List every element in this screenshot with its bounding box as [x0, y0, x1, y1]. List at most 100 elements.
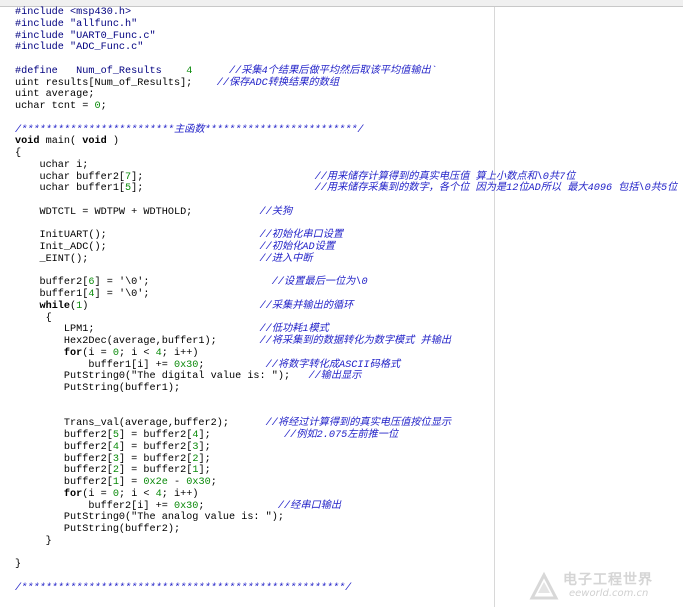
code-token: PutString(buffer1); [15, 383, 181, 394]
code-token: } [15, 559, 22, 571]
code-line: while(1) //采集并输出的循环 [15, 301, 677, 313]
code-comment: //将数字转化成ASCII码格式 [265, 359, 401, 371]
code-line: _EINT(); //进入中断 [15, 254, 677, 266]
code-token: uchar buffer2[ [15, 171, 126, 183]
code-line: buffer2[i] += 0x30; //经串口输出 [15, 501, 677, 513]
code-comment: //例如2.075左前推一位 [284, 430, 399, 441]
code-token: ; i++) [161, 347, 199, 359]
code-comment: //进入中断 [259, 253, 313, 265]
code-token: Hex2Dec(average,buffer1); [15, 336, 260, 347]
code-line: for(i = 0; i < 4; i++) [15, 489, 677, 501]
code-comment: //保存ADC转换结果的数组 [216, 77, 340, 89]
code-token: ] = buffer2[ [118, 453, 193, 465]
code-keyword: for [63, 347, 83, 359]
code-token: ]; [198, 441, 211, 453]
code-comment: //用来储存采集到的数字，各个位 因为是12位AD所以 最大4096 包括\0共… [314, 183, 678, 195]
code-line: PutString(buffer1); [15, 383, 677, 395]
code-token: ; [198, 500, 278, 512]
code-line: InitUART(); //初始化串口设置 [15, 230, 677, 242]
code-line: buffer2[1] = 0x2e - 0x30; [15, 477, 677, 489]
code-comment: /*************************主函数***********… [15, 124, 364, 136]
code-line: PutString0("The digital value is: "); //… [15, 371, 677, 383]
code-token: ]; [198, 453, 211, 465]
code-token: ; [210, 477, 217, 488]
code-token: { [15, 312, 52, 324]
code-line: buffer1[4] = '\0'; [15, 289, 677, 301]
code-number: 0x30 [173, 359, 199, 371]
code-token: uchar i; [15, 159, 89, 171]
code-token: ] = '\0'; [94, 277, 272, 289]
code-line: buffer2[6] = '\0'; //设置最后一位为\0 [15, 277, 677, 289]
code-line: #include "allfunc.h" [15, 19, 677, 31]
code-token: { [15, 148, 22, 159]
code-comment: //经串口输出 [277, 500, 342, 512]
code-number: 0x2e [143, 477, 168, 488]
code-token: (i = [82, 347, 113, 359]
editor-top-border [0, 0, 683, 7]
watermark-chinese-text: 电子工程世界 [563, 572, 653, 588]
code-line: buffer2[2] = buffer2[1]; [15, 465, 677, 477]
code-comment: //设置最后一位为\0 [271, 277, 368, 289]
code-token: ; i++) [161, 488, 199, 500]
eeworld-logo-icon [529, 571, 559, 600]
code-token: PutString0("The digital value is: "); [15, 371, 309, 383]
code-token: ]; [131, 171, 315, 183]
code-line: #include "ADC_Func.c" [15, 42, 677, 54]
code-token: PutString0("The analog value is: "); [15, 512, 284, 524]
code-token: ] = buffer2[ [118, 465, 193, 477]
code-token: ] = buffer2[ [118, 441, 193, 453]
code-comment: /***************************************… [15, 582, 352, 594]
code-token: ; i < [118, 347, 156, 359]
code-line: } [15, 536, 677, 548]
code-token: _EINT(); [15, 253, 260, 265]
code-token: Init_ADC(); [15, 242, 260, 253]
code-keyword: while [39, 300, 71, 312]
code-line: #include <msp430.h> [15, 7, 677, 19]
code-line: buffer2[3] = buffer2[2]; [15, 454, 677, 466]
code-line: uchar buffer1[5]; //用来储存采集到的数字，各个位 因为是12… [15, 183, 677, 195]
code-comment: //采集并输出的循环 [259, 300, 354, 312]
code-token: uchar buffer1[ [15, 183, 126, 195]
code-line: PutString(buffer2); [15, 524, 677, 536]
code-token: ; i < [118, 488, 156, 500]
code-token: ) [106, 136, 119, 148]
code-comment: //将经过计算得到的真实电压值按位显示 [265, 418, 452, 430]
code-token: InitUART(); [15, 230, 260, 242]
code-token: uint results[Num_of_Results]; [15, 77, 217, 89]
code-line: WDTCTL = WDTPW + WDTHOLD; //关狗 [15, 207, 677, 219]
code-token: ; [198, 359, 266, 371]
code-token: ] = [118, 477, 144, 488]
code-line: PutString0("The analog value is: "); [15, 512, 677, 524]
code-editor[interactable]: #include <msp430.h> #include "allfunc.h" #… [15, 7, 677, 595]
code-token: #include <msp430.h> [15, 7, 132, 18]
code-line: Trans_val(average,buffer2); //将经过计算得到的真实… [15, 418, 677, 430]
code-line: void main( void ) [15, 136, 677, 148]
site-watermark: 电子工程世界 eeworld.com.cn [529, 569, 679, 603]
code-token: buffer2[ [15, 430, 113, 441]
code-line: buffer2[5] = buffer2[4]; //例如2.075左前推一位 [15, 430, 677, 442]
code-token: (i = [82, 488, 113, 500]
code-line: buffer2[4] = buffer2[3]; [15, 442, 677, 454]
code-keyword: void [82, 136, 107, 148]
code-line: /*************************主函数***********… [15, 125, 677, 137]
code-token: main( [39, 136, 83, 148]
code-comment: //初始化AD设置 [259, 242, 335, 253]
code-comment: //输出显示 [308, 371, 362, 383]
code-token: buffer2[ [15, 277, 89, 289]
code-line: #include "UART0_Func.c" [15, 31, 677, 43]
code-token: ] = '\0'; [94, 289, 150, 300]
code-line: uint average; [15, 89, 677, 101]
code-token: buffer2[ [15, 453, 113, 465]
code-token: LPM1; [15, 324, 260, 336]
